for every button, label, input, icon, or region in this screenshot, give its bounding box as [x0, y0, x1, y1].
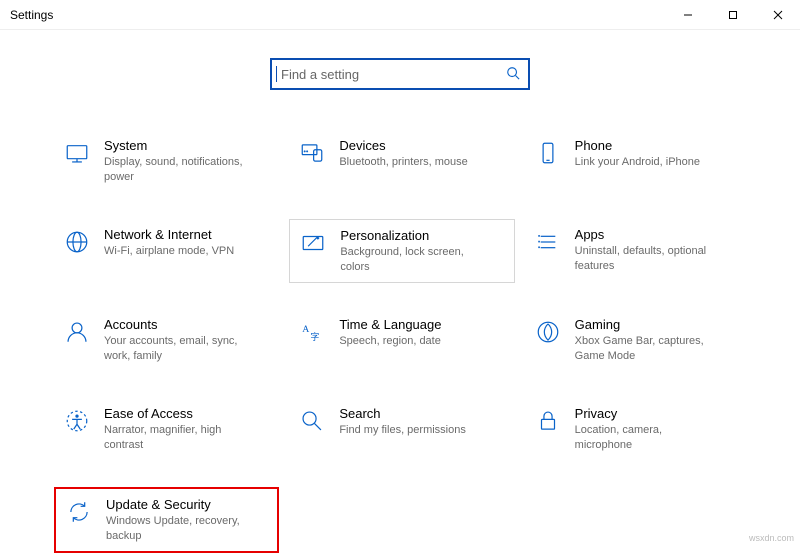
- accounts-icon: [60, 317, 94, 345]
- tile-search[interactable]: Search Find my files, permissions: [289, 398, 514, 461]
- tile-privacy[interactable]: Privacy Location, camera, microphone: [525, 398, 750, 461]
- tile-desc: Your accounts, email, sync, work, family: [104, 334, 249, 364]
- tile-apps[interactable]: Apps Uninstall, defaults, optional featu…: [525, 219, 750, 284]
- search-input[interactable]: Find a setting: [270, 58, 530, 90]
- search-placeholder: Find a setting: [279, 67, 506, 82]
- tile-system[interactable]: System Display, sound, notifications, po…: [54, 130, 279, 193]
- search-wrap: Find a setting: [0, 58, 800, 90]
- tile-desc: Bluetooth, printers, mouse: [339, 155, 467, 170]
- system-icon: [60, 138, 94, 166]
- phone-icon: [531, 138, 565, 166]
- text-caret: [276, 66, 277, 82]
- search-icon: [506, 66, 520, 83]
- devices-icon: [295, 138, 329, 166]
- content-area: Find a setting System Display, sound, no…: [0, 30, 800, 553]
- svg-text:字: 字: [311, 332, 320, 343]
- tile-phone[interactable]: Phone Link your Android, iPhone: [525, 130, 750, 193]
- tile-accounts[interactable]: Accounts Your accounts, email, sync, wor…: [54, 309, 279, 372]
- tile-desc: Location, camera, microphone: [575, 423, 720, 453]
- apps-icon: [531, 227, 565, 255]
- tile-label: Search: [339, 406, 466, 421]
- tile-desc: Display, sound, notifications, power: [104, 155, 249, 185]
- tile-label: Phone: [575, 138, 700, 153]
- tile-label: Personalization: [340, 228, 485, 243]
- tile-desc: Link your Android, iPhone: [575, 155, 700, 170]
- tile-desc: Windows Update, recovery, backup: [106, 514, 251, 544]
- tile-desc: Xbox Game Bar, captures, Game Mode: [575, 334, 720, 364]
- time-language-icon: A字: [295, 317, 329, 345]
- titlebar: Settings: [0, 0, 800, 30]
- maximize-button[interactable]: [710, 0, 755, 29]
- tile-update-security[interactable]: Update & Security Windows Update, recove…: [54, 487, 279, 553]
- tile-network[interactable]: Network & Internet Wi-Fi, airplane mode,…: [54, 219, 279, 284]
- window-title: Settings: [10, 8, 53, 22]
- tile-label: Ease of Access: [104, 406, 249, 421]
- ease-of-access-icon: [60, 406, 94, 434]
- watermark: wsxdn.com: [749, 533, 794, 543]
- tile-personalization[interactable]: Personalization Background, lock screen,…: [289, 219, 514, 284]
- tile-label: System: [104, 138, 249, 153]
- tile-label: Devices: [339, 138, 467, 153]
- tile-time-language[interactable]: A字 Time & Language Speech, region, date: [289, 309, 514, 372]
- settings-grid: System Display, sound, notifications, po…: [50, 130, 750, 553]
- tile-label: Privacy: [575, 406, 720, 421]
- personalization-icon: [296, 228, 330, 256]
- tile-label: Gaming: [575, 317, 720, 332]
- tile-label: Network & Internet: [104, 227, 234, 242]
- tile-desc: Narrator, magnifier, high contrast: [104, 423, 249, 453]
- update-security-icon: [62, 497, 96, 525]
- window-controls: [665, 0, 800, 29]
- tile-devices[interactable]: Devices Bluetooth, printers, mouse: [289, 130, 514, 193]
- tile-desc: Background, lock screen, colors: [340, 245, 485, 275]
- tile-desc: Speech, region, date: [339, 334, 441, 349]
- tile-label: Time & Language: [339, 317, 441, 332]
- svg-text:A: A: [303, 324, 310, 335]
- tile-gaming[interactable]: Gaming Xbox Game Bar, captures, Game Mod…: [525, 309, 750, 372]
- close-button[interactable]: [755, 0, 800, 29]
- tile-label: Update & Security: [106, 497, 251, 512]
- tile-desc: Find my files, permissions: [339, 423, 466, 438]
- tile-ease-of-access[interactable]: Ease of Access Narrator, magnifier, high…: [54, 398, 279, 461]
- tile-label: Apps: [575, 227, 720, 242]
- network-icon: [60, 227, 94, 255]
- tile-desc: Uninstall, defaults, optional features: [575, 244, 720, 274]
- gaming-icon: [531, 317, 565, 345]
- minimize-button[interactable]: [665, 0, 710, 29]
- tile-desc: Wi-Fi, airplane mode, VPN: [104, 244, 234, 259]
- privacy-icon: [531, 406, 565, 434]
- search-tile-icon: [295, 406, 329, 434]
- tile-label: Accounts: [104, 317, 249, 332]
